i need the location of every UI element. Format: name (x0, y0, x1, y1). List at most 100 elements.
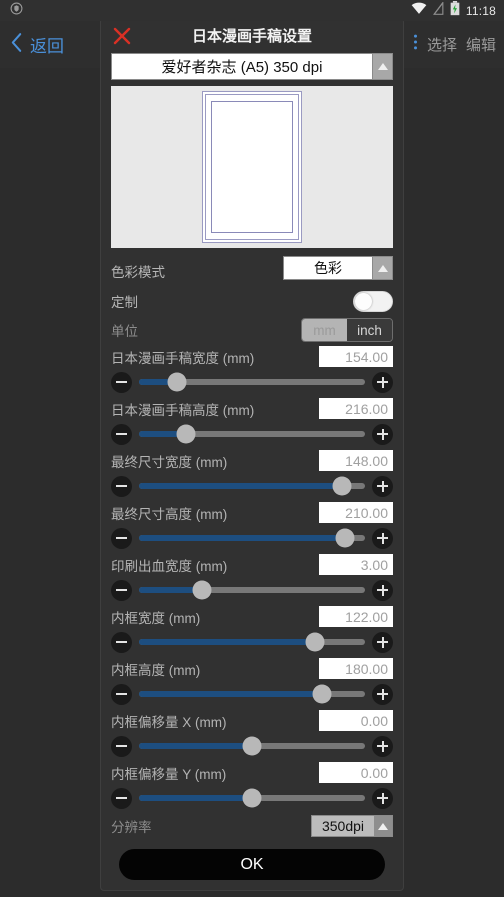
slider-fill (139, 535, 345, 541)
increment-button[interactable] (372, 631, 393, 653)
slider-thumb[interactable] (242, 788, 262, 808)
slider-track[interactable] (139, 372, 365, 392)
slider-controls (111, 733, 393, 759)
color-mode-value: 色彩 (314, 260, 342, 276)
slider-track[interactable] (139, 788, 365, 808)
decrement-button[interactable] (111, 475, 132, 497)
slider-track[interactable] (139, 528, 365, 548)
slider-label: 最终尺寸宽度 (mm) (111, 454, 228, 470)
color-mode-label: 色彩模式 (111, 265, 165, 280)
slider-thumb[interactable] (242, 736, 262, 756)
preset-dropdown-arrow[interactable] (372, 54, 392, 79)
slider-value-field[interactable]: 0.00 (319, 710, 393, 731)
custom-toggle[interactable] (353, 290, 393, 312)
slider-controls (111, 629, 393, 655)
slider-thumb[interactable] (335, 528, 355, 548)
slider-label: 日本漫画手稿宽度 (mm) (111, 350, 255, 366)
slider-value-field[interactable]: 148.00 (319, 450, 393, 471)
slider-header: 日本漫画手稿宽度 (mm) 154.00 (111, 344, 393, 369)
slider-header: 内框宽度 (mm) 122.00 (111, 604, 393, 629)
unit-option-mm[interactable]: mm (302, 319, 347, 341)
dialog-footer: OK (101, 843, 403, 890)
slider-value-field[interactable]: 3.00 (319, 554, 393, 575)
decrement-button[interactable] (111, 735, 132, 757)
increment-button[interactable] (372, 423, 393, 445)
signal-off-icon (432, 0, 444, 20)
color-mode-row: 色彩模式 色彩 (111, 256, 393, 286)
slider-thumb[interactable] (305, 632, 325, 652)
resolution-dropdown[interactable]: 350dpi (311, 815, 393, 837)
triangle-up-icon (377, 264, 388, 272)
decrement-button[interactable] (111, 631, 132, 653)
status-bar-left (10, 2, 23, 20)
slider-controls (111, 577, 393, 603)
custom-label: 定制 (111, 295, 138, 310)
unit-row: 单位 mm inch (111, 316, 393, 344)
resolution-label: 分辨率 (111, 820, 152, 835)
slider-thumb[interactable] (176, 424, 196, 444)
unit-option-inch[interactable]: inch (347, 319, 392, 341)
unit-segmented-control[interactable]: mm inch (301, 318, 393, 342)
slider-header: 印刷出血宽度 (mm) 3.00 (111, 552, 393, 577)
slider-header: 最终尺寸高度 (mm) 210.00 (111, 500, 393, 525)
increment-button[interactable] (372, 579, 393, 601)
minus-icon (116, 797, 127, 799)
slider-thumb[interactable] (192, 580, 212, 600)
increment-button[interactable] (372, 683, 393, 705)
color-mode-dropdown-arrow[interactable] (372, 257, 392, 279)
preset-dropdown[interactable]: 爱好者杂志 (A5) 350 dpi (111, 53, 393, 80)
slider-group: 日本漫画手稿高度 (mm) 216.00 (111, 396, 393, 447)
slider-group: 内框偏移量 Y (mm) 0.00 (111, 760, 393, 811)
slider-controls (111, 681, 393, 707)
plus-icon (377, 636, 388, 648)
decrement-button[interactable] (111, 787, 132, 809)
slider-group: 日本漫画手稿宽度 (mm) 154.00 (111, 344, 393, 395)
status-bar-right: 11:18 (411, 0, 496, 21)
slider-fill (139, 691, 323, 697)
slider-value-field[interactable]: 154.00 (319, 346, 393, 367)
plus-icon (377, 792, 388, 804)
decrement-button[interactable] (111, 579, 132, 601)
slider-thumb[interactable] (167, 372, 187, 392)
slider-track[interactable] (139, 476, 365, 496)
slider-track[interactable] (139, 424, 365, 444)
slider-track[interactable] (139, 684, 365, 704)
battery-charging-icon (450, 0, 460, 21)
decrement-button[interactable] (111, 423, 132, 445)
increment-button[interactable] (372, 527, 393, 549)
slider-thumb[interactable] (312, 684, 332, 704)
minus-icon (116, 641, 127, 643)
slider-value-field[interactable]: 210.00 (319, 502, 393, 523)
manga-manuscript-settings-dialog: 日本漫画手稿设置 爱好者杂志 (A5) 350 dpi 色彩模式 色彩 定制 单… (100, 18, 404, 891)
slider-track[interactable] (139, 736, 365, 756)
custom-toggle-knob (355, 292, 372, 310)
slider-value-field[interactable]: 216.00 (319, 398, 393, 419)
slider-track[interactable] (139, 632, 365, 652)
resolution-dropdown-arrow[interactable] (374, 816, 392, 836)
slider-label: 内框宽度 (mm) (111, 610, 201, 626)
increment-button[interactable] (372, 475, 393, 497)
slider-value-field[interactable]: 0.00 (319, 762, 393, 783)
minus-icon (116, 693, 127, 695)
plus-icon (377, 532, 388, 544)
slider-value-field[interactable]: 122.00 (319, 606, 393, 627)
plus-icon (377, 376, 388, 388)
decrement-button[interactable] (111, 683, 132, 705)
dialog-body: 爱好者杂志 (A5) 350 dpi 色彩模式 色彩 定制 单位 mm inch… (101, 53, 403, 843)
decrement-button[interactable] (111, 371, 132, 393)
slider-label: 内框高度 (mm) (111, 662, 201, 678)
slider-list: 日本漫画手稿宽度 (mm) 154.00 日本漫画手稿高度 (mm) 216.00 最终… (111, 344, 393, 811)
slider-group: 内框偏移量 X (mm) 0.00 (111, 708, 393, 759)
decrement-button[interactable] (111, 527, 132, 549)
increment-button[interactable] (372, 735, 393, 757)
increment-button[interactable] (372, 371, 393, 393)
plus-icon (377, 428, 388, 440)
color-mode-dropdown[interactable]: 色彩 (283, 256, 393, 280)
ok-button[interactable]: OK (119, 849, 385, 880)
dialog-title: 日本漫画手稿设置 (191, 28, 312, 45)
slider-value-field[interactable]: 180.00 (319, 658, 393, 679)
increment-button[interactable] (372, 787, 393, 809)
slider-track[interactable] (139, 580, 365, 600)
slider-thumb[interactable] (332, 476, 352, 496)
plus-icon (377, 688, 388, 700)
